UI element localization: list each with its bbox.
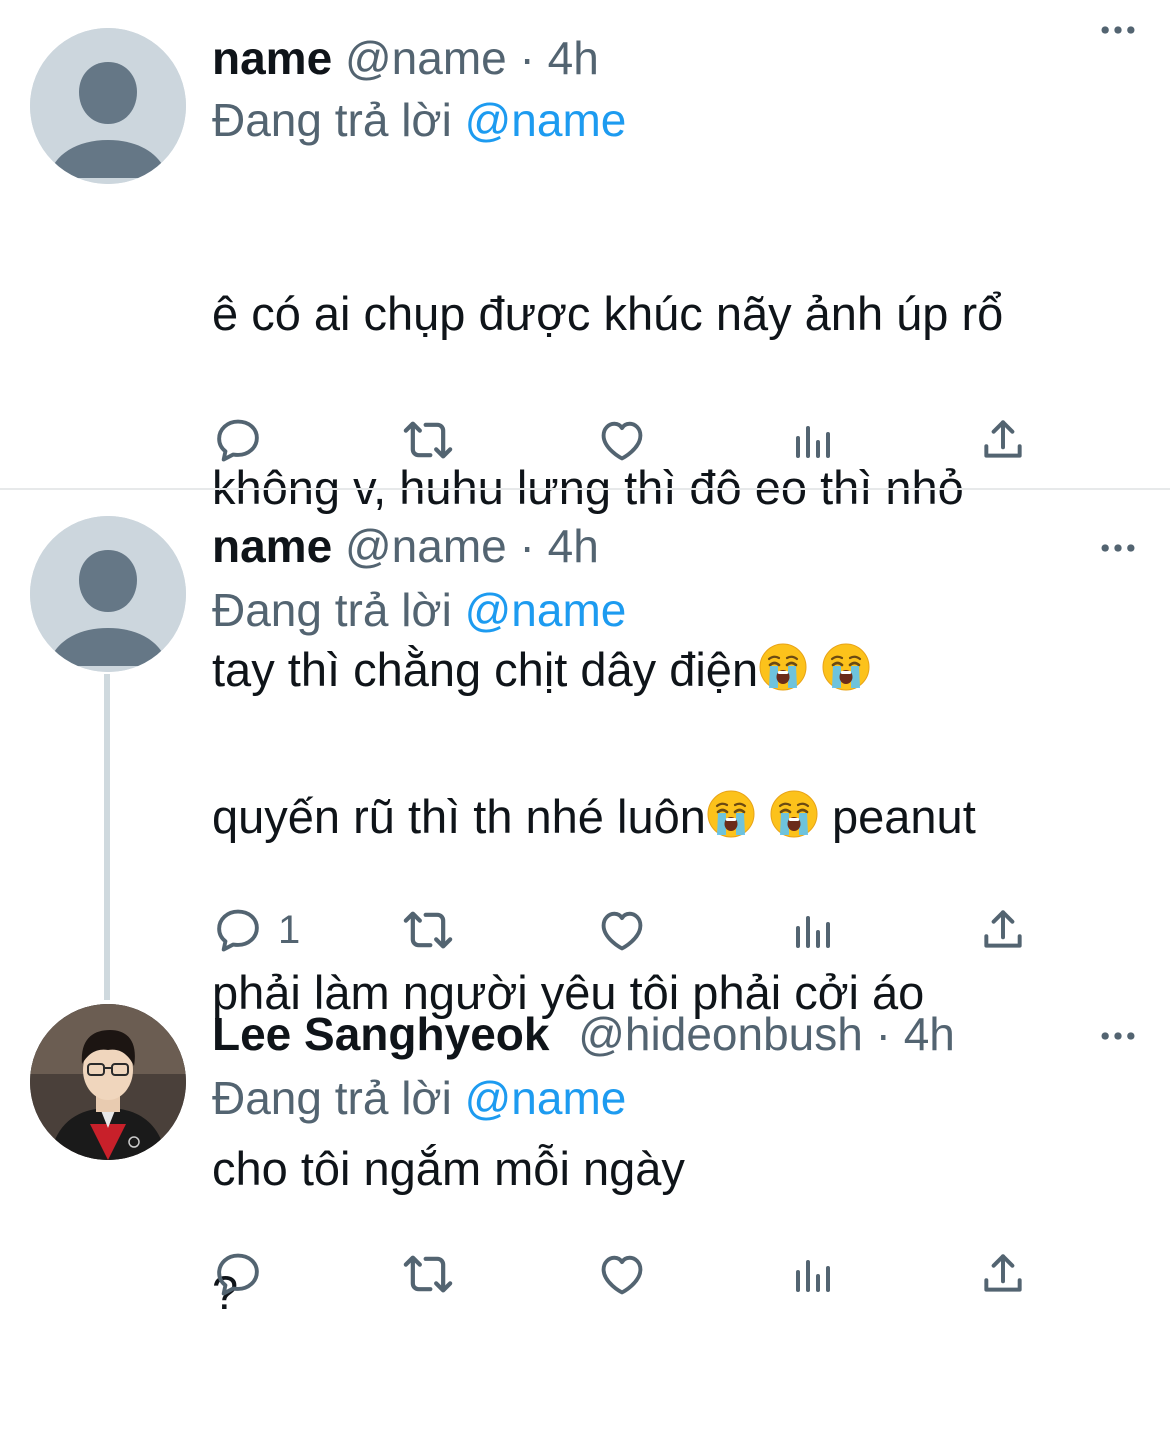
reply-button[interactable] <box>212 1244 278 1304</box>
tweet-actions: 1 <box>212 900 1052 960</box>
profile-photo <box>30 1004 186 1160</box>
reply-mention[interactable]: @name <box>465 584 627 636</box>
share-upload-icon <box>978 905 1028 955</box>
reply-bubble-icon <box>212 414 264 466</box>
separator-dot: · <box>519 520 535 572</box>
like-button[interactable] <box>596 410 648 470</box>
author-name[interactable]: name <box>212 32 332 84</box>
tweet-header: Lee Sanghyeok @hideonbush · 4h <box>212 1004 1140 1064</box>
replying-to: Đang trả lời @name <box>212 580 626 640</box>
tweet-text-line: quyến rũ thì th nhé luôn <box>212 790 706 843</box>
heart-icon <box>596 904 648 956</box>
reply-mention[interactable]: @name <box>465 1072 627 1124</box>
reply-button[interactable] <box>212 410 278 470</box>
reply-bubble-icon <box>212 1248 264 1300</box>
share-upload-icon <box>978 415 1028 465</box>
heart-icon <box>596 1248 648 1300</box>
retweet-icon <box>400 902 456 958</box>
replying-to: Đang trả lời @name <box>212 1068 626 1128</box>
tweet-actions <box>212 1244 1052 1304</box>
reply-mention[interactable]: @name <box>465 94 627 146</box>
replying-to-label: Đang trả lời <box>212 94 452 146</box>
analytics-bars-icon <box>788 1250 836 1298</box>
analytics-bars-icon <box>788 416 836 464</box>
timestamp[interactable]: 4h <box>548 520 599 572</box>
analytics-bars-icon <box>788 906 836 954</box>
separator-dot: · <box>519 32 535 84</box>
replying-to: Đang trả lời @name <box>212 90 626 150</box>
retweet-button[interactable] <box>400 1244 456 1304</box>
retweet-icon <box>400 412 456 468</box>
tweet-text-line: ê có ai chụp được khúc nãy ảnh úp rổ <box>212 287 1004 340</box>
retweet-button[interactable] <box>400 410 456 470</box>
loudly-crying-face-emoji <box>706 789 756 839</box>
avatar[interactable] <box>30 28 186 184</box>
like-button[interactable] <box>596 1244 648 1304</box>
tweet-header: name @name · 4h <box>212 28 1140 88</box>
analytics-button[interactable] <box>788 900 836 960</box>
share-button[interactable] <box>978 1244 1028 1304</box>
replying-to-label: Đang trả lời <box>212 584 452 636</box>
thread-line <box>104 674 110 1000</box>
tweet-header: name @name · 4h <box>212 516 1140 576</box>
share-button[interactable] <box>978 900 1028 960</box>
tweet-2[interactable]: name @name · 4h Đang trả lời @name quyến… <box>0 490 1170 1195</box>
share-upload-icon <box>978 1249 1028 1299</box>
tweet-1[interactable]: name @name · 4h Đang trả lời @name ê có … <box>0 0 1170 696</box>
timestamp[interactable]: 4h <box>904 1008 955 1060</box>
more-horizontal-icon[interactable] <box>1096 8 1140 52</box>
author-name[interactable]: name <box>212 520 332 572</box>
share-button[interactable] <box>978 410 1028 470</box>
analytics-button[interactable] <box>788 1244 836 1304</box>
default-avatar-icon <box>30 516 186 672</box>
like-button[interactable] <box>596 900 648 960</box>
tweet-3[interactable]: Lee Sanghyeok @hideonbush · 4h Đang trả … <box>0 990 1170 1326</box>
analytics-button[interactable] <box>788 410 836 470</box>
retweet-icon <box>400 1246 456 1302</box>
reply-bubble-icon <box>212 904 264 956</box>
reply-count: 1 <box>278 907 301 952</box>
author-handle[interactable]: @hideonbush <box>578 1008 863 1060</box>
tweet-text-line: peanut <box>832 790 976 843</box>
loudly-crying-face-emoji <box>769 789 819 839</box>
default-avatar-icon <box>30 28 186 184</box>
more-horizontal-icon[interactable] <box>1096 1014 1140 1058</box>
separator-dot: · <box>875 1008 891 1060</box>
avatar[interactable] <box>30 1004 186 1160</box>
author-name[interactable]: Lee Sanghyeok <box>212 1008 549 1060</box>
author-handle[interactable]: @name <box>345 520 507 572</box>
reply-button[interactable]: 1 <box>212 900 300 960</box>
timestamp[interactable]: 4h <box>548 32 599 84</box>
more-horizontal-icon[interactable] <box>1096 526 1140 570</box>
heart-icon <box>596 414 648 466</box>
tweet-actions <box>212 410 1052 470</box>
replying-to-label: Đang trả lời <box>212 1072 452 1124</box>
avatar[interactable] <box>30 516 186 672</box>
author-handle[interactable]: @name <box>345 32 507 84</box>
retweet-button[interactable] <box>400 900 456 960</box>
